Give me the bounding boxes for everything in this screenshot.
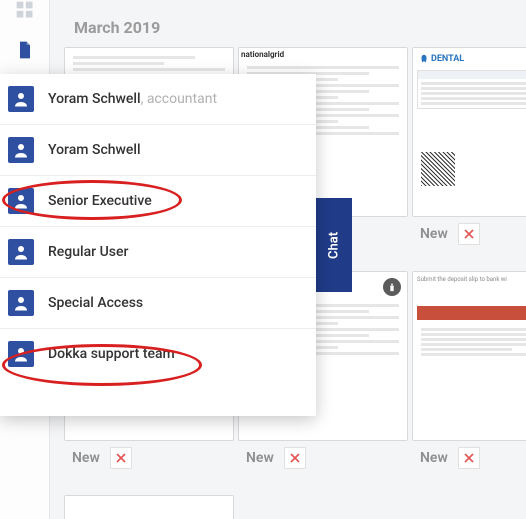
month-heading: March 2019: [74, 18, 512, 37]
document-card[interactable]: Submit the deposit slip to bank wi New: [412, 271, 526, 469]
status-label: New: [420, 450, 448, 466]
status-label: New: [420, 226, 448, 242]
brand-label: DENTAL: [419, 54, 464, 64]
user-name: Regular User: [48, 244, 128, 260]
document-thumbnail: [64, 495, 234, 519]
user-name: Dokka support team: [48, 346, 175, 362]
chat-tab[interactable]: Chat: [316, 198, 352, 292]
user-name: Yoram Schwell: [48, 142, 141, 158]
delete-button[interactable]: [284, 447, 306, 469]
delete-button[interactable]: [458, 223, 480, 245]
user-list-item[interactable]: Yoram Schwell: [0, 125, 316, 176]
user-name: Senior Executive: [48, 193, 152, 209]
dashboard-icon[interactable]: [15, 0, 35, 20]
avatar-icon: [8, 290, 34, 316]
avatar-icon: [8, 86, 34, 112]
user-list-item[interactable]: Yoram Schwell, accountant: [0, 74, 316, 125]
status-label: New: [246, 450, 274, 466]
user-list-item[interactable]: Senior Executive: [0, 176, 316, 227]
user-name: Yoram Schwell, accountant: [48, 91, 217, 107]
document-icon[interactable]: [15, 40, 35, 60]
delete-button[interactable]: [458, 447, 480, 469]
user-picker-popup: Yoram Schwell, accountant Yoram Schwell …: [0, 74, 316, 416]
user-name: Special Access: [48, 295, 143, 311]
avatar-icon: [8, 341, 34, 367]
user-list-item[interactable]: Regular User: [0, 227, 316, 278]
avatar-icon: [8, 239, 34, 265]
document-thumbnail: DENTAL INV: [412, 47, 526, 217]
avatar-icon: [8, 137, 34, 163]
avatar-icon: [8, 188, 34, 214]
user-list-item[interactable]: Special Access: [0, 278, 316, 329]
card-footer: New: [64, 447, 234, 469]
card-footer: New: [412, 447, 526, 469]
document-card[interactable]: DENTAL INV New: [412, 47, 526, 245]
card-footer: New: [238, 447, 408, 469]
brand-label: nationalgrid: [239, 48, 286, 61]
document-card[interactable]: [64, 495, 234, 519]
card-footer: New: [412, 223, 526, 245]
document-thumbnail: Submit the deposit slip to bank wi: [412, 271, 526, 441]
delete-button[interactable]: [110, 447, 132, 469]
status-label: New: [72, 450, 100, 466]
user-list-item[interactable]: Dokka support team: [0, 329, 316, 379]
